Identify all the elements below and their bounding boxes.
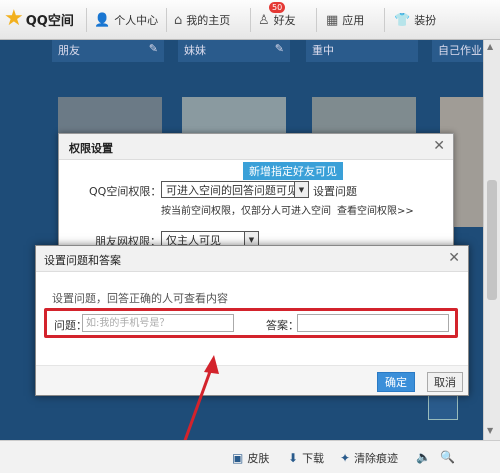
nav-dress-up[interactable]: 👕 装扮 — [394, 12, 436, 28]
tooltip: 新增指定好友可见 — [243, 162, 343, 180]
brand-title: QQ空间 — [25, 13, 74, 29]
permission-dialog-header: 权限设置 ✕ — [59, 134, 453, 160]
nav-personal-center[interactable]: 👤 个人中心 — [94, 12, 158, 28]
edit-icon: ✎ — [148, 42, 158, 55]
clear-traces-button[interactable]: ✦ 清除痕迹 — [340, 450, 398, 466]
friends-badge: 50 — [269, 2, 286, 13]
album-tile[interactable]: 朋友 ✎ — [52, 40, 164, 62]
cancel-button[interactable]: 取消 — [427, 372, 463, 392]
answer-label: 答案： — [266, 319, 299, 332]
qa-description: 设置问题，回答正确的人可查看内容 — [52, 292, 228, 305]
scroll-up-icon[interactable]: ▲ — [487, 42, 493, 51]
close-icon[interactable]: ✕ — [448, 250, 460, 266]
permission-notice: 按当前空间权限，仅部分人可进入空间 — [161, 206, 331, 217]
page-scrollbar[interactable]: ▲ ▼ — [483, 40, 500, 440]
volume-button[interactable]: 🔈 — [416, 450, 435, 464]
qa-dialog-header: 设置问题和答案 ✕ — [36, 246, 468, 272]
qq-permission-label: QQ空间权限： — [89, 185, 162, 198]
qzone-logo[interactable]: ★ QQ空间 — [4, 8, 74, 30]
download-icon: ⬇ — [288, 451, 299, 465]
nav-my-home[interactable]: ⌂ 我的主页 — [174, 12, 230, 28]
album-tile[interactable]: 自己作业 — [432, 40, 483, 62]
question-answer-dialog: 设置问题和答案 ✕ 设置问题，回答正确的人可查看内容 问题： 答案： 确定 取消 — [35, 245, 469, 396]
answer-input[interactable] — [297, 314, 449, 332]
edit-icon: ✎ — [274, 42, 284, 55]
set-question-link[interactable]: 设置问题 — [313, 183, 357, 199]
qa-dialog-footer: 确定 取消 — [36, 365, 468, 395]
nav-divider — [86, 8, 87, 32]
scroll-down-icon[interactable]: ▼ — [487, 426, 493, 435]
home-icon: ⌂ — [174, 12, 183, 28]
qa-dialog-title: 设置问题和答案 — [44, 254, 121, 267]
zoom-button[interactable]: 🔍 — [440, 450, 459, 464]
close-icon[interactable]: ✕ — [433, 138, 445, 154]
person-icon: 👤 — [94, 12, 111, 28]
volume-icon: 🔈 — [416, 450, 431, 464]
nav-friends[interactable]: ♙ 好友 — [258, 12, 296, 28]
chevron-down-icon: ▼ — [294, 182, 308, 197]
confirm-button[interactable]: 确定 — [377, 372, 415, 392]
question-input[interactable] — [82, 314, 234, 332]
nav-divider — [384, 8, 385, 32]
nav-divider — [166, 8, 167, 32]
star-icon: ★ — [4, 6, 24, 31]
search-icon: 🔍 — [440, 450, 455, 464]
skin-icon: ▣ — [232, 451, 244, 465]
scrollbar-thumb[interactable] — [487, 180, 497, 300]
skin-button[interactable]: ▣ 皮肤 — [232, 450, 269, 466]
broom-icon: ✦ — [340, 451, 351, 465]
nav-divider — [250, 8, 251, 32]
top-nav-bar: ★ QQ空间 👤 个人中心 ⌂ 我的主页 ♙ 好友 50 ▦ 应用 👕 装扮 — [0, 0, 500, 40]
qq-permission-select[interactable]: 可进入空间的回答问题可见 ▼ — [161, 181, 309, 198]
friends-icon: ♙ — [258, 12, 270, 28]
download-button[interactable]: ⬇ 下载 — [288, 450, 324, 466]
bottom-toolbar: ▣ 皮肤 ⬇ 下载 ✦ 清除痕迹 🔈 🔍 — [0, 440, 500, 473]
album-tile[interactable]: 重中 — [306, 40, 418, 62]
permission-dialog-title: 权限设置 — [69, 142, 113, 155]
nav-apps[interactable]: ▦ 应用 — [326, 12, 364, 28]
album-tile[interactable]: 妹妹 ✎ — [178, 40, 290, 62]
shirt-icon: 👕 — [394, 12, 411, 28]
nav-divider — [316, 8, 317, 32]
apps-icon: ▦ — [326, 12, 339, 28]
view-permission-link[interactable]: 查看空间权限>> — [337, 202, 414, 217]
